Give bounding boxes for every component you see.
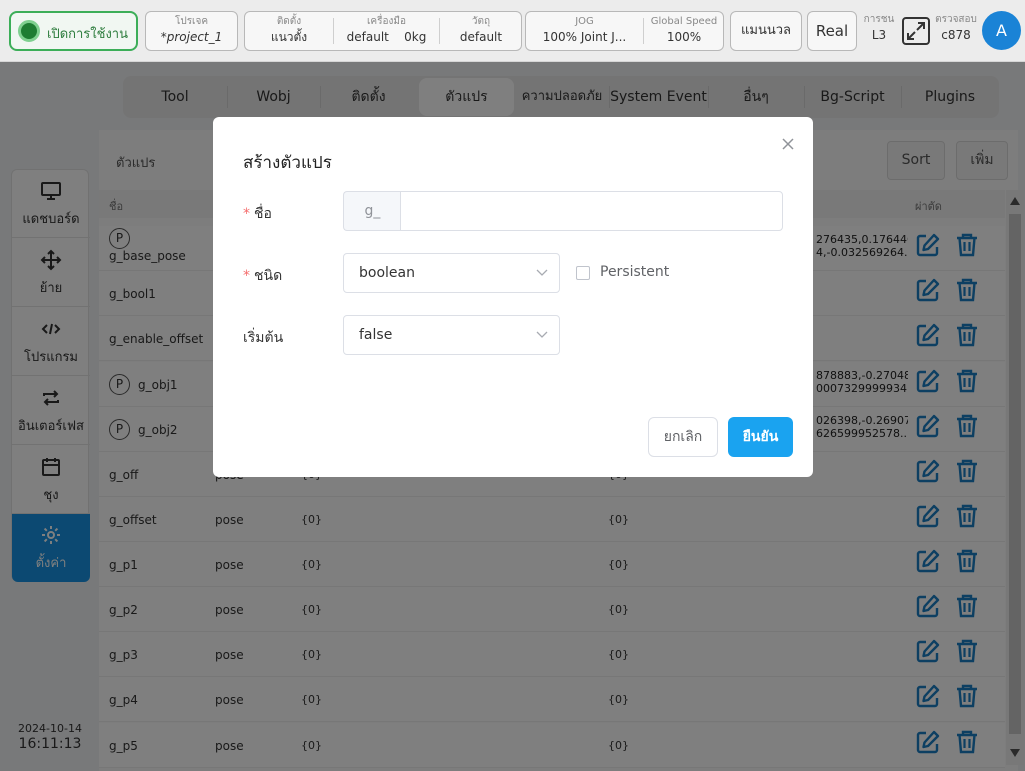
tool-value: default 0kg [346, 30, 427, 44]
check-indicator: ตรวจสอบ c878 [935, 14, 977, 42]
project-box[interactable]: โปรเจค *project_1 [145, 11, 238, 51]
chevron-down-icon [536, 269, 548, 276]
speed-value: 100% [666, 30, 702, 44]
persistent-checkbox[interactable] [576, 266, 590, 280]
project-caption: โปรเจค [174, 16, 209, 27]
top-bar: เปิดการใช้งาน โปรเจค *project_1 ติดตั้ง … [0, 0, 1025, 62]
confirm-button[interactable]: ยืนยัน [728, 417, 793, 457]
tool-caption: เครื่องมือ [367, 16, 406, 27]
power-toggle[interactable]: เปิดการใช้งาน [9, 11, 138, 51]
real-mode-button[interactable]: Real [807, 11, 857, 51]
name-label: * ชื่อ [243, 206, 272, 222]
expand-icon[interactable] [902, 17, 930, 45]
user-avatar[interactable]: A [982, 11, 1021, 50]
power-label: เปิดการใช้งาน [47, 27, 128, 42]
init-select-value: false [359, 327, 393, 343]
init-label: เริ่มต้น [243, 330, 284, 346]
name-input[interactable] [400, 191, 783, 231]
type-label: * ชนิด [243, 268, 283, 284]
install-caption: ติดตั้ง [276, 16, 302, 27]
close-icon[interactable] [781, 137, 795, 151]
wobj-caption: วัตถุ [471, 16, 491, 27]
dialog-title: สร้างตัวแปร [243, 153, 332, 173]
power-status-icon [18, 20, 40, 42]
speed-caption: Global Speed [650, 16, 718, 27]
name-prefix: g_ [343, 191, 401, 231]
type-select-value: boolean [359, 265, 415, 281]
speed-box[interactable]: JOG 100% Joint J... Global Speed 100% [525, 11, 724, 51]
persistent-label[interactable]: Persistent [600, 264, 669, 280]
cancel-button[interactable]: ยกเลิก [648, 417, 718, 457]
type-select[interactable]: boolean [343, 253, 560, 293]
manual-mode-button[interactable]: แมนนวล [730, 11, 802, 51]
create-variable-dialog: สร้างตัวแปร * ชื่อ g_ * ชนิด boolean Persi… [213, 117, 813, 477]
install-value: แนวตั้ง [270, 30, 308, 44]
jog-value: 100% Joint J... [542, 30, 627, 44]
chevron-down-icon [536, 331, 548, 338]
config-box[interactable]: ติดตั้ง แนวตั้ง เครื่องมือ default 0kg ว… [244, 11, 522, 51]
wobj-value: default [459, 30, 503, 44]
jog-caption: JOG [575, 16, 594, 27]
init-select[interactable]: false [343, 315, 560, 355]
collision-indicator: การชน L3 [863, 14, 895, 42]
project-name: *project_1 [160, 30, 223, 44]
